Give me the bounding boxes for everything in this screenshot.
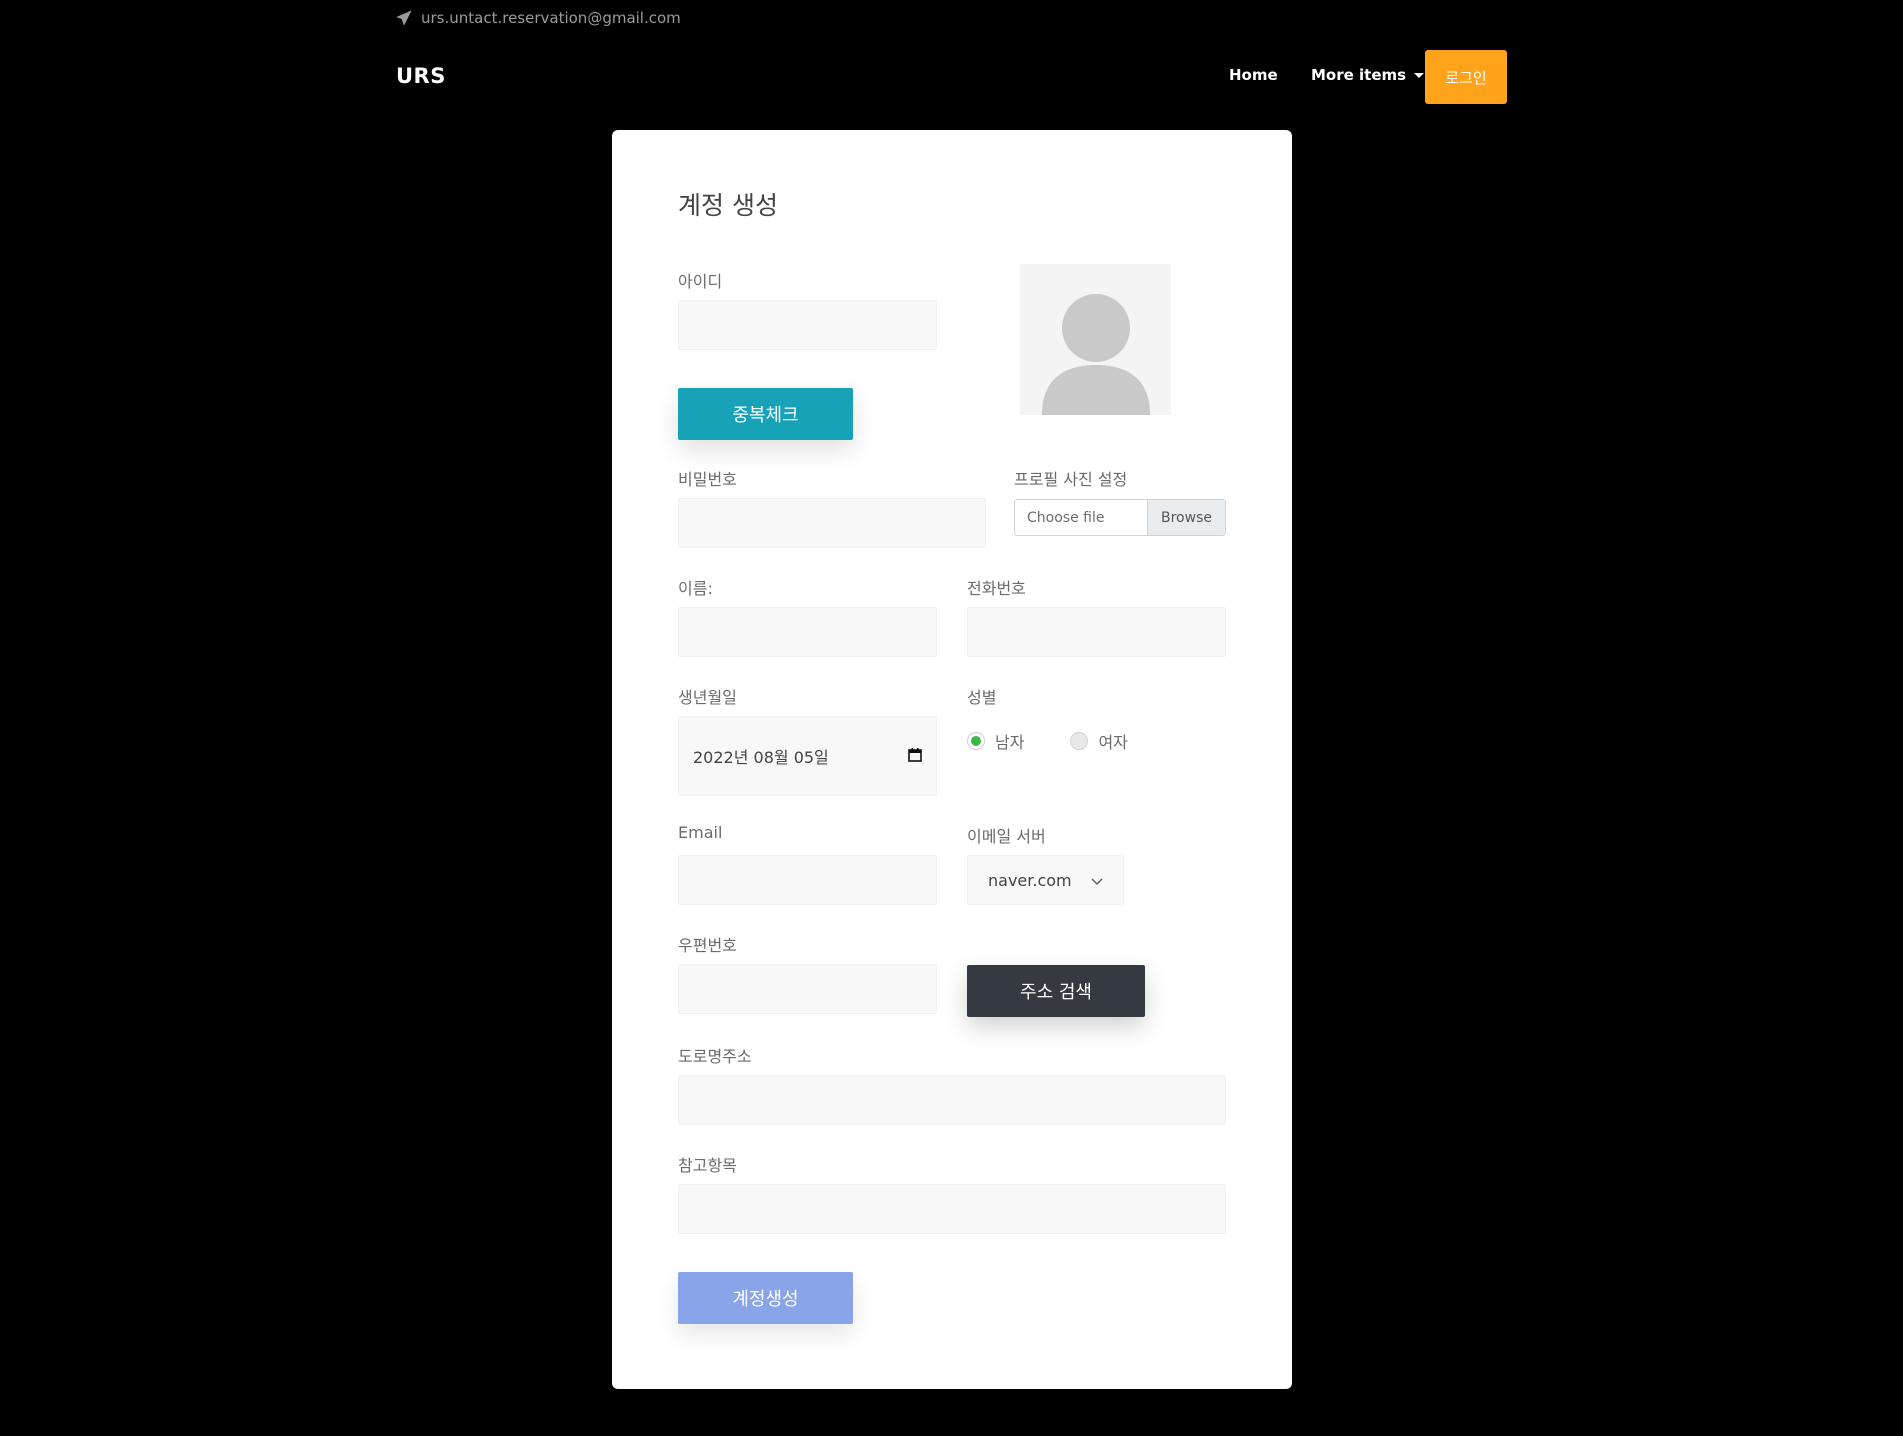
- chevron-down-icon: [1091, 871, 1103, 890]
- duplicate-check-button[interactable]: 중복체크: [678, 388, 853, 440]
- zip-code-label: 우편번호: [678, 936, 737, 955]
- gender-label: 성별: [967, 688, 997, 707]
- phone-label: 전화번호: [967, 579, 1026, 598]
- phone-input[interactable]: [967, 607, 1226, 657]
- road-address-input[interactable]: [678, 1075, 1226, 1125]
- id-label: 아이디: [678, 272, 723, 291]
- reference-label: 참고항목: [678, 1156, 737, 1175]
- top-contact-bar: urs.untact.reservation@gmail.com: [396, 8, 681, 28]
- navbar: URS Home More items 로그인: [0, 50, 1903, 104]
- nav-more-items-label: More items: [1311, 66, 1407, 84]
- gender-option-male[interactable]: 남자: [967, 729, 1024, 753]
- brand-logo[interactable]: URS: [396, 64, 446, 88]
- gender-radio-group: 남자 여자: [967, 729, 1128, 753]
- create-account-button[interactable]: 계정생성: [678, 1272, 853, 1324]
- email-server-label: 이메일 서버: [967, 827, 1046, 846]
- paper-plane-icon: [396, 10, 412, 26]
- file-choose-text: Choose file: [1027, 509, 1105, 526]
- password-input[interactable]: [678, 498, 986, 548]
- reference-input[interactable]: [678, 1184, 1226, 1234]
- nav-more-items-dropdown[interactable]: More items: [1311, 66, 1425, 84]
- nav-home-link[interactable]: Home: [1229, 66, 1278, 84]
- email-server-select[interactable]: naver.com: [967, 855, 1124, 905]
- profile-photo-file-input[interactable]: Choose file Browse: [1014, 499, 1226, 536]
- gender-option-female[interactable]: 여자: [1070, 729, 1128, 753]
- password-label: 비밀번호: [678, 470, 737, 489]
- name-label: 이름:: [678, 579, 713, 598]
- email-server-value: naver.com: [988, 870, 1072, 890]
- contact-email[interactable]: urs.untact.reservation@gmail.com: [421, 9, 681, 27]
- radio-checked[interactable]: [967, 732, 985, 750]
- caret-down-icon: [1414, 72, 1425, 78]
- page-title: 계정 생성: [678, 191, 778, 220]
- address-search-button[interactable]: 주소 검색: [967, 965, 1145, 1017]
- gender-male-label: 남자: [995, 733, 1025, 752]
- gender-female-label: 여자: [1098, 733, 1128, 752]
- id-input[interactable]: [678, 300, 937, 350]
- profile-avatar: [1020, 264, 1171, 415]
- email-input[interactable]: [678, 855, 937, 905]
- road-address-label: 도로명주소: [678, 1047, 752, 1066]
- user-avatar-icon: [1020, 294, 1171, 415]
- email-label: Email: [678, 823, 723, 842]
- birth-date-input[interactable]: 2022년 08월 05일: [678, 716, 937, 796]
- birth-date-value: 2022년 08월 05일: [693, 748, 829, 767]
- radio-unchecked[interactable]: [1070, 732, 1089, 750]
- zip-code-input[interactable]: [678, 964, 937, 1014]
- birth-date-label: 생년월일: [678, 688, 737, 707]
- signup-card: 계정 생성 아이디 중복체크 비밀번호 프로필 사진 설정 Choose fil…: [612, 130, 1292, 1389]
- profile-photo-label: 프로필 사진 설정: [1014, 470, 1128, 489]
- name-input[interactable]: [678, 607, 937, 657]
- calendar-icon[interactable]: [908, 747, 922, 766]
- file-browse-button[interactable]: Browse: [1147, 500, 1225, 535]
- login-button[interactable]: 로그인: [1425, 50, 1507, 104]
